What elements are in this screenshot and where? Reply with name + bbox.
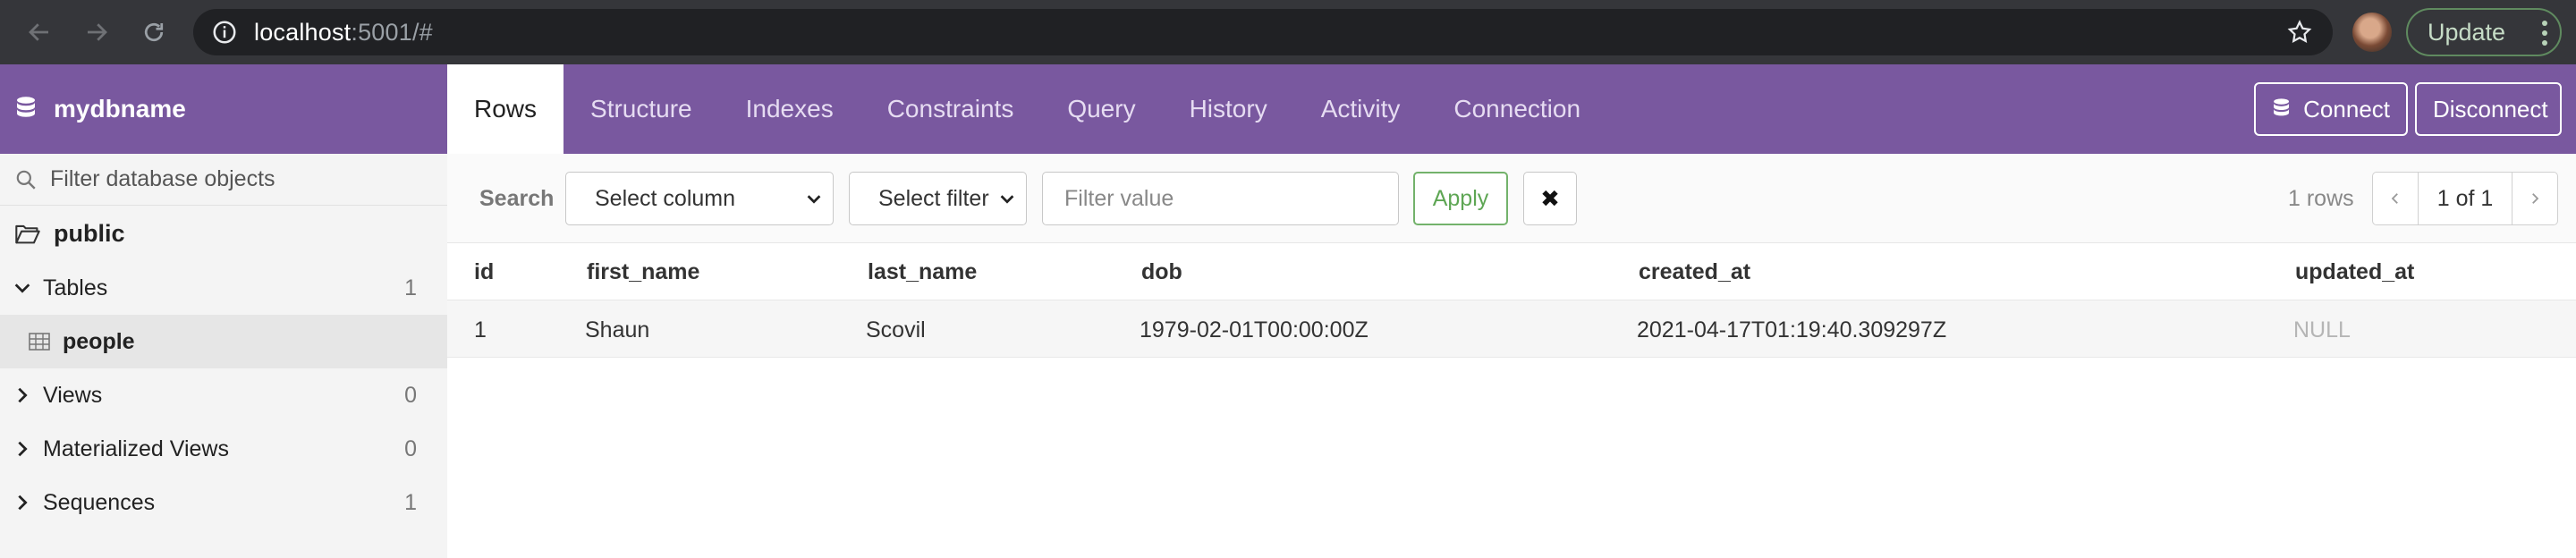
back-button[interactable] [20, 13, 59, 52]
chrome-update-button[interactable]: Update [2406, 8, 2562, 56]
table-cell[interactable]: Shaun [585, 317, 649, 343]
filter-objects-input[interactable] [50, 166, 426, 192]
tab-query[interactable]: Query [1040, 64, 1162, 154]
more-vert-icon [2542, 21, 2547, 50]
connect-button[interactable]: Connect [2254, 82, 2408, 136]
sidebar-group-materialized-views[interactable]: Materialized Views 0 [0, 422, 447, 476]
pagination: 1 of 1 [2372, 172, 2558, 225]
reload-button[interactable] [134, 13, 174, 52]
chevron-right-icon [18, 387, 28, 403]
group-count: 0 [404, 435, 417, 461]
tab-constraints[interactable]: Constraints [860, 64, 1041, 154]
arrow-right-icon [88, 23, 107, 41]
clear-filter-button[interactable]: ✖ [1523, 172, 1577, 225]
filter-operator-select[interactable]: Select filter [849, 172, 1027, 225]
tab-connection[interactable]: Connection [1427, 64, 1607, 154]
filter-toolbar: Search Select column Select filter Filte… [447, 154, 2576, 243]
arrow-left-icon [29, 23, 48, 41]
row-count: 1 rows [2288, 186, 2354, 211]
schema-item-public[interactable]: public [0, 206, 447, 261]
database-icon [2274, 98, 2290, 116]
tab-activity[interactable]: Activity [1294, 64, 1428, 154]
browser-toolbar: localhost:5001/# Update [0, 0, 2576, 64]
folder-open-icon [15, 224, 40, 244]
database-name: mydbname [54, 95, 186, 123]
app-header: mydbname Rows Structure Indexes Constrai… [0, 64, 2576, 154]
tab-rows[interactable]: Rows [447, 64, 564, 154]
column-header-id[interactable]: id [474, 259, 494, 285]
column-header-created-at[interactable]: created_at [1639, 259, 1750, 285]
column-header-dob[interactable]: dob [1141, 259, 1182, 285]
table-cell-null[interactable]: NULL [2293, 317, 2351, 343]
sidebar-group-tables[interactable]: Tables 1 [0, 261, 447, 315]
tab-indexes[interactable]: Indexes [719, 64, 860, 154]
close-icon: ✖ [1540, 184, 1560, 212]
column-header-updated-at[interactable]: updated_at [2295, 259, 2414, 285]
object-sidebar: public Tables 1 people Views 0 Materiali… [0, 154, 447, 558]
database-icon [17, 97, 35, 117]
chevron-left-icon [2391, 193, 2398, 204]
main-tabs: Rows Structure Indexes Constraints Query… [447, 64, 1607, 154]
sidebar-group-sequences[interactable]: Sequences 1 [0, 476, 447, 529]
tab-structure[interactable]: Structure [564, 64, 719, 154]
info-icon[interactable] [211, 19, 238, 46]
sidebar-group-views[interactable]: Views 0 [0, 368, 447, 422]
table-cell[interactable]: 2021-04-17T01:19:40.309297Z [1637, 317, 1946, 343]
table-cell[interactable]: Scovil [866, 317, 926, 343]
page-indicator: 1 of 1 [2418, 173, 2512, 224]
table-cell[interactable]: 1 [474, 317, 487, 343]
database-brand: mydbname [0, 64, 447, 154]
chevron-down-icon [14, 283, 30, 293]
reload-icon [144, 22, 164, 42]
sidebar-filter [0, 154, 447, 206]
address-bar[interactable]: localhost:5001/# [193, 9, 2333, 55]
chevron-down-icon [807, 195, 821, 204]
rows-panel: Search Select column Select filter Filte… [447, 154, 2576, 558]
sidebar-table-people[interactable]: people [0, 315, 447, 368]
group-count: 0 [404, 382, 417, 408]
search-icon [16, 170, 36, 190]
chevron-down-icon [1000, 195, 1014, 204]
apply-button[interactable]: Apply [1413, 172, 1508, 225]
table-cell[interactable]: 1979-02-01T00:00:00Z [1140, 317, 1368, 343]
column-header-first-name[interactable]: first_name [587, 259, 699, 285]
search-label: Search [479, 186, 555, 211]
disconnect-button[interactable]: Disconnect [2415, 82, 2562, 136]
next-page-button[interactable] [2512, 173, 2557, 224]
group-count: 1 [404, 275, 417, 300]
chevron-right-icon [18, 495, 28, 511]
table-header: id first_name last_name dob created_at u… [447, 243, 2576, 300]
group-count: 1 [404, 489, 417, 515]
profile-avatar[interactable] [2352, 13, 2392, 52]
filter-value-input[interactable]: Filter value [1042, 172, 1399, 225]
column-header-last-name[interactable]: last_name [868, 259, 977, 285]
table-icon [29, 333, 50, 351]
bookmark-star-icon[interactable] [2286, 19, 2313, 46]
table-row[interactable]: 1 Shaun Scovil 1979-02-01T00:00:00Z 2021… [447, 300, 2576, 358]
tab-history[interactable]: History [1163, 64, 1294, 154]
chevron-right-icon [2532, 193, 2539, 204]
forward-button[interactable] [77, 13, 116, 52]
prev-page-button[interactable] [2373, 173, 2418, 224]
url-text: localhost:5001/# [254, 18, 433, 46]
column-select[interactable]: Select column [565, 172, 834, 225]
rows-table: id first_name last_name dob created_at u… [447, 243, 2576, 358]
chevron-right-icon [18, 441, 28, 457]
